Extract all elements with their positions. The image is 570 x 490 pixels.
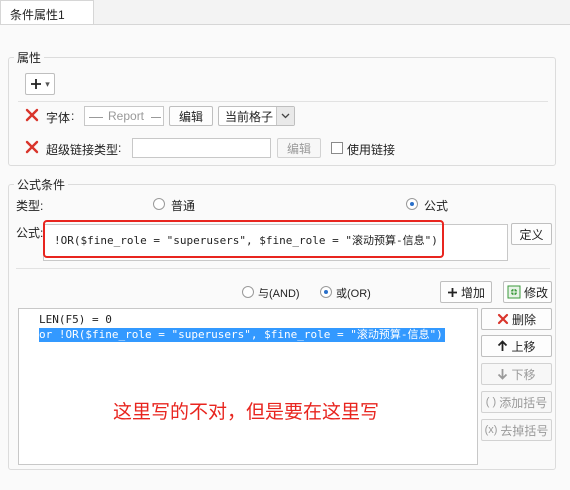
hyperlink-type-field[interactable] <box>132 138 271 158</box>
type-radio-formula[interactable] <box>406 198 418 210</box>
formula-highlight-box <box>43 220 444 258</box>
annotation-text: 这里写的不对，但是要在这里写 <box>113 401 380 423</box>
font-preview: Report <box>84 106 164 126</box>
arrow-up-icon <box>498 340 508 351</box>
hyperlink-edit-button[interactable]: 编辑 <box>277 138 321 158</box>
arrow-down-icon <box>498 369 508 380</box>
tab-condition-attribute[interactable]: 条件属性1 <box>0 0 94 24</box>
tab-bar: 条件属性1 <box>0 0 570 24</box>
type-option-formula: 公式 <box>424 199 449 213</box>
plus-icon <box>31 79 42 89</box>
scope-select-value: 当前格子 <box>225 109 274 124</box>
type-option-normal: 普通 <box>171 199 196 213</box>
delete-button[interactable]: 删除 <box>481 308 552 330</box>
type-radio-normal[interactable] <box>153 198 165 210</box>
scope-select[interactable]: 当前格子 <box>218 106 295 126</box>
logic-option-or: 或(OR) <box>336 288 371 300</box>
list-item[interactable]: LEN(F5) = 0 <box>39 313 112 327</box>
remove-bracket-icon: (x) <box>484 424 498 436</box>
tab-title: 条件属性1 <box>10 8 65 22</box>
list-item-selected[interactable]: or !OR($fine_role = "superusers", $fine_… <box>39 328 445 342</box>
font-edit-button[interactable]: 编辑 <box>169 106 213 126</box>
use-link-checkbox[interactable] <box>331 142 343 154</box>
condition-list[interactable]: LEN(F5) = 0 or !OR($fine_role = "superus… <box>18 308 478 465</box>
bracket-icon: ( ) <box>485 396 497 408</box>
formula-label: 公式: <box>16 226 44 240</box>
add-condition-button[interactable]: 增加 <box>440 281 492 303</box>
chevron-down-icon: ▾ <box>45 78 50 89</box>
close-icon <box>497 313 509 325</box>
attributes-divider <box>18 101 548 102</box>
logic-radio-or[interactable] <box>320 286 332 298</box>
remove-hyperlink-icon[interactable] <box>24 139 40 155</box>
add-bracket-button[interactable]: ( ) 添加括号 <box>481 391 552 413</box>
condition-attribute-panel: 属性 ▾ 字体 : Report 编辑 当前格子 超级链接类型 : 编辑 使用链… <box>0 24 570 490</box>
move-down-button[interactable]: 下移 <box>481 363 552 385</box>
font-label: 字体 <box>46 111 71 125</box>
scope-select-arrow[interactable] <box>276 107 294 125</box>
plus-icon <box>447 287 457 297</box>
remove-bracket-button[interactable]: (x) 去掉括号 <box>481 419 552 441</box>
chevron-down-icon <box>281 113 290 119</box>
modify-condition-button[interactable]: 修改 <box>503 281 552 303</box>
formula-condition-legend: 公式条件 <box>14 176 69 193</box>
use-link-label: 使用链接 <box>347 143 396 157</box>
define-button[interactable]: 定义 <box>511 223 552 245</box>
logic-option-and: 与(AND) <box>258 288 300 300</box>
add-attribute-dropdown[interactable]: ▾ <box>25 73 55 95</box>
attributes-legend: 属性 <box>14 49 45 66</box>
formula-divider <box>16 268 550 269</box>
remove-font-icon[interactable] <box>24 107 40 123</box>
type-label: 类型: <box>16 199 44 213</box>
edit-cell-icon <box>507 285 521 299</box>
font-preview-text: Report <box>108 109 145 123</box>
move-up-button[interactable]: 上移 <box>481 335 552 357</box>
hyperlink-type-label: 超级链接类型 <box>46 143 119 157</box>
logic-radio-and[interactable] <box>242 286 254 298</box>
